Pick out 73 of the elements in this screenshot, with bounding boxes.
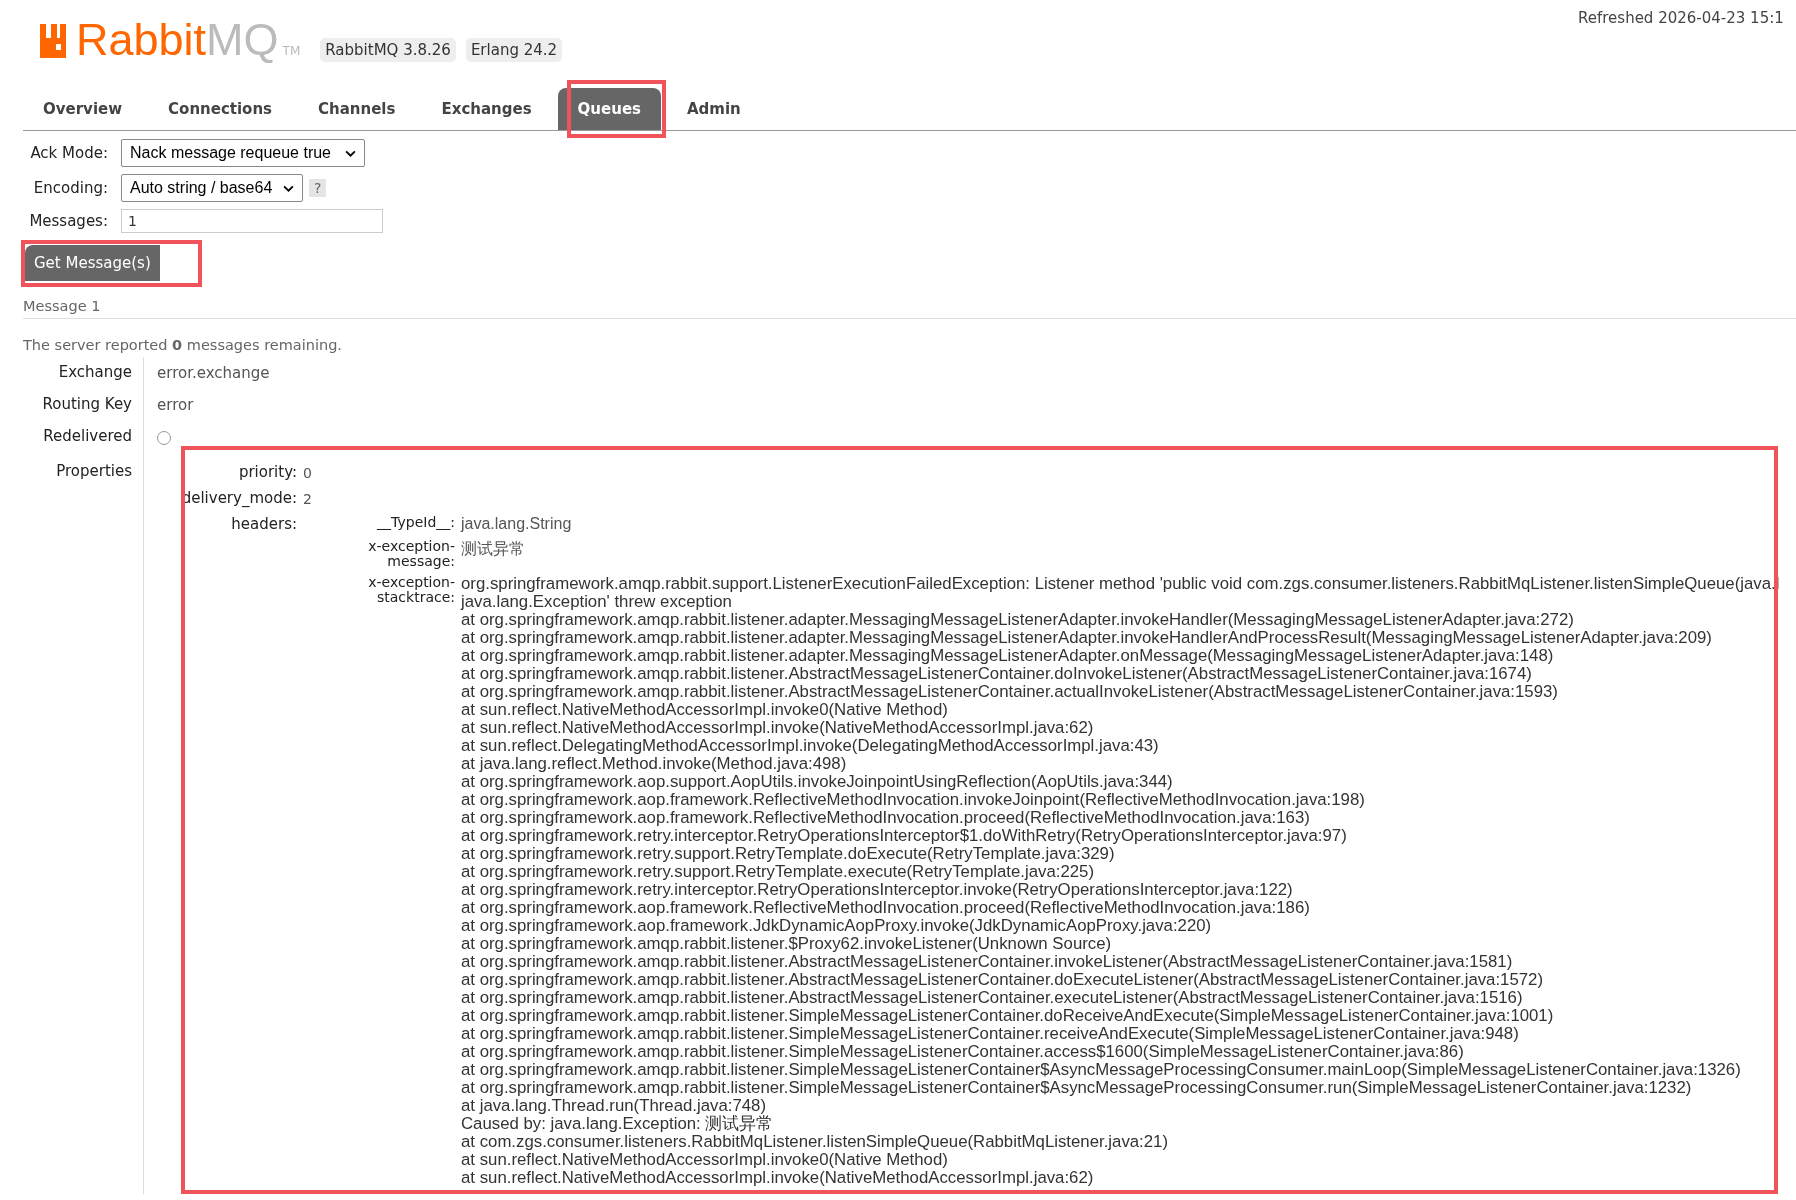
header-key: x-exception-stacktrace: bbox=[363, 575, 455, 605]
form-label: Messages: bbox=[29, 212, 108, 230]
help-button[interactable]: ? bbox=[309, 179, 327, 197]
stacktrace-line: at org.springframework.aop.framework.JdkDynamicAopProxy.invoke(JdkDynamicAopProxy.java:220) bbox=[461, 917, 1213, 935]
field-label: Exchange bbox=[58, 362, 133, 383]
trademark-mark: TM bbox=[282, 44, 301, 58]
nav-tab[interactable]: Exchanges bbox=[421, 88, 552, 130]
stacktrace-line: at org.springframework.amqp.rabbit.listener.AbstractMessageListenerContainer.doExecuteListener(AbstractMessageListenerContainer.java:1572) bbox=[461, 971, 1545, 989]
property-value: 0 bbox=[303, 464, 313, 481]
stacktrace-line: at org.springframework.aop.framework.ReflectiveMethodInvocation.proceed(ReflectiveMethodInvocation.java:186) bbox=[461, 899, 1311, 917]
version-badge: RabbitMQ 3.8.26 bbox=[320, 38, 456, 62]
stacktrace-line: at org.springframework.amqp.rabbit.listener.SimpleMessageListenerContainer$AsyncMessageProcessingConsumer.mainLoop(SimpleMessageListenerContainer.java:1326) bbox=[461, 1061, 1742, 1079]
property-value: 2 bbox=[303, 490, 313, 507]
stacktrace-line: at com.zgs.consumer.listeners.RabbitMqListener.listenSimpleQueue(RabbitMqListener.java:21) bbox=[461, 1133, 1170, 1151]
field-value: error.exchange bbox=[157, 364, 270, 382]
ack-mode-select[interactable]: Nack message requeue true bbox=[121, 139, 365, 167]
stacktrace-line: at sun.reflect.NativeMethodAccessorImpl.invoke0(Native Method) bbox=[461, 701, 949, 719]
message-heading: Message 1 bbox=[23, 298, 102, 314]
stacktrace-line: at sun.reflect.NativeMethodAccessorImpl.invoke(NativeMethodAccessorImpl.java:62) bbox=[461, 1169, 1095, 1187]
get-messages-button[interactable]: Get Message(s) bbox=[25, 245, 160, 281]
stacktrace-line: java.lang.Exception' threw exception bbox=[461, 593, 733, 611]
stacktrace-line: at org.springframework.amqp.rabbit.listener.adapter.MessagingMessageListenerAdapter.invokeHandlerAndProcessResult(MessagingMessageListenerAdapter.java:209) bbox=[461, 629, 1713, 647]
caret-icon bbox=[345, 149, 356, 157]
version-badge: Erlang 24.2 bbox=[465, 38, 563, 62]
refreshed-time: Refreshed 2026-04-23 15:1 bbox=[1578, 9, 1784, 27]
remaining-text: The server reported 0 messages remaining. bbox=[23, 337, 343, 353]
nav-tab[interactable]: Connections bbox=[148, 88, 293, 130]
form-label: Encoding: bbox=[33, 179, 108, 197]
stacktrace-line: at org.springframework.retry.interceptor.RetryOperationsInterceptor$1.doWithRetry(RetryOperationsInterceptor.java:97) bbox=[461, 827, 1348, 845]
logo-brand: Rabbit bbox=[76, 17, 207, 62]
header-value: 测试异常 bbox=[461, 539, 526, 559]
stacktrace-line: at org.springframework.amqp.rabbit.listener.AbstractMessageListenerContainer.invokeListener(AbstractMessageListenerContainer.java:1581) bbox=[461, 953, 1514, 971]
stacktrace-line: at org.springframework.amqp.rabbit.listener.SimpleMessageListenerContainer.access$1600(SimpleMessageListenerContainer.java:86) bbox=[461, 1043, 1465, 1061]
encoding-select[interactable]: Auto string / base64 bbox=[121, 174, 303, 202]
field-label: Properties bbox=[56, 461, 133, 482]
stacktrace-line: Caused by: java.lang.Exception: 测试异常 bbox=[461, 1115, 775, 1133]
stacktrace-line: at org.springframework.amqp.rabbit.listener.AbstractMessageListenerContainer.executeListener(AbstractMessageListenerContainer.java:1516) bbox=[461, 989, 1524, 1007]
nav-tab[interactable]: Overview bbox=[23, 88, 143, 130]
stacktrace-line: at org.springframework.amqp.rabbit.listener.AbstractMessageListenerContainer.doInvokeListener(AbstractMessageListenerContainer.java:1674) bbox=[461, 665, 1533, 683]
field-label: Redelivered bbox=[43, 426, 133, 447]
stacktrace-line: at sun.reflect.DelegatingMethodAccessorImpl.invoke(DelegatingMethodAccessorImpl.java:43) bbox=[461, 737, 1160, 755]
nav-tab[interactable]: Queues bbox=[557, 88, 661, 130]
stacktrace-line: at org.springframework.amqp.rabbit.listener.adapter.MessagingMessageListenerAdapter.invokeHandler(MessagingMessageListenerAdapter.java:272) bbox=[461, 611, 1575, 629]
stacktrace-line: at org.springframework.retry.interceptor.RetryOperationsInterceptor.invoke(RetryOperationsInterceptor.java:122) bbox=[461, 881, 1294, 899]
stacktrace-line: at sun.reflect.NativeMethodAccessorImpl.invoke0(Native Method) bbox=[461, 1151, 949, 1169]
form-label: Ack Mode: bbox=[30, 144, 108, 162]
stacktrace-line: at org.springframework.amqp.rabbit.listener.adapter.MessagingMessageListenerAdapter.onMessage(MessagingMessageListenerAdapter.java:148) bbox=[461, 647, 1555, 665]
property-key: priority: bbox=[238, 463, 297, 481]
stacktrace-line: at org.springframework.aop.framework.ReflectiveMethodInvocation.proceed(ReflectiveMethodInvocation.java:163) bbox=[461, 809, 1311, 827]
logo-suffix: MQ bbox=[206, 17, 279, 62]
header-key: x-exception-message: bbox=[363, 539, 455, 569]
stacktrace-line: at java.lang.reflect.Method.invoke(Method.java:498) bbox=[461, 755, 848, 773]
stacktrace-line: at org.springframework.aop.support.AopUtils.invokeJoinpointUsingReflection(AopUtils.java:344) bbox=[461, 773, 1174, 791]
stacktrace-line: at org.springframework.retry.support.RetryTemplate.execute(RetryTemplate.java:225) bbox=[461, 863, 1095, 881]
nav-tab[interactable]: Channels bbox=[298, 88, 416, 130]
stacktrace-line: at sun.reflect.NativeMethodAccessorImpl.invoke(NativeMethodAccessorImpl.java:62) bbox=[461, 719, 1095, 737]
caret-icon bbox=[283, 184, 294, 192]
field-label: Routing Key bbox=[42, 394, 133, 415]
stacktrace-line: at org.springframework.amqp.rabbit.listener.SimpleMessageListenerContainer.doReceiveAndExecute(SimpleMessageListenerContainer.java:1001) bbox=[461, 1007, 1555, 1025]
nav-tab[interactable]: Admin bbox=[667, 88, 761, 130]
stacktrace-line: at org.springframework.amqp.rabbit.listener.SimpleMessageListenerContainer.receiveAndExecute(SimpleMessageListenerContainer.java:948) bbox=[461, 1025, 1520, 1043]
stacktrace-line: at org.springframework.amqp.rabbit.listener.$Proxy62.invokeListener(Unknown Source) bbox=[461, 935, 1113, 953]
stacktrace-line: at org.springframework.aop.framework.ReflectiveMethodInvocation.invokeJoinpoint(ReflectiveMethodInvocation.java:198) bbox=[461, 791, 1366, 809]
field-value: error bbox=[157, 396, 194, 414]
stacktrace-line: at org.springframework.retry.support.RetryTemplate.doExecute(RetryTemplate.java:329) bbox=[461, 845, 1116, 863]
header-value: java.lang.String bbox=[461, 515, 573, 533]
stacktrace-line: at org.springframework.amqp.rabbit.listener.SimpleMessageListenerContainer$AsyncMessageProcessingConsumer.run(SimpleMessageListenerContainer.java:1232) bbox=[461, 1079, 1693, 1097]
property-key: headers: bbox=[231, 515, 297, 533]
stacktrace-line: at org.springframework.amqp.rabbit.listener.AbstractMessageListenerContainer.actualInvokeListener(AbstractMessageListenerContainer.java:1593) bbox=[461, 683, 1559, 701]
header-key: __TypeId__: bbox=[377, 515, 455, 530]
stacktrace-line: at java.lang.Thread.run(Thread.java:748) bbox=[461, 1097, 767, 1115]
messages-input[interactable]: 1 bbox=[121, 209, 383, 233]
property-key: delivery_mode: bbox=[181, 489, 297, 507]
